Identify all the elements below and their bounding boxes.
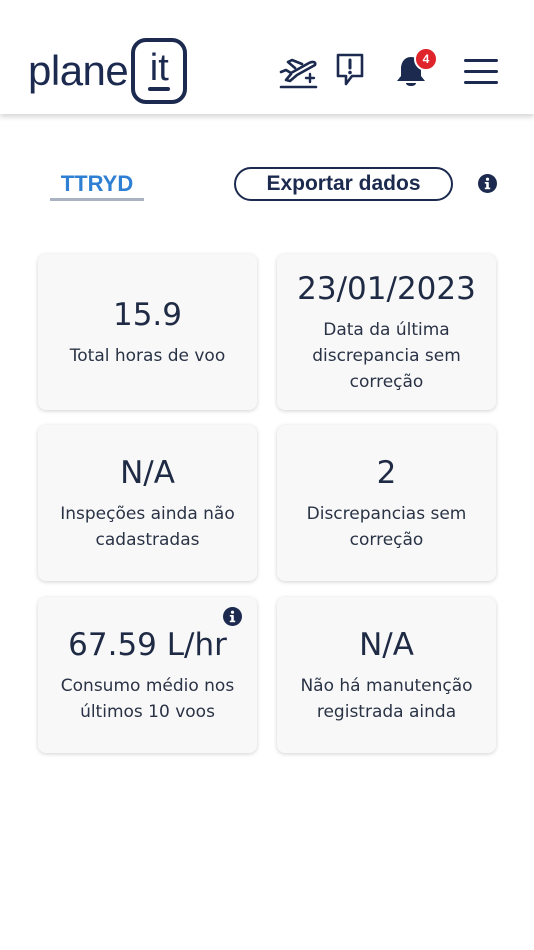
card-label: Inspeções ainda não cadastradas [60, 504, 235, 550]
plane-add-icon[interactable] [276, 50, 322, 92]
card-total-flight-hours[interactable]: 15.9 Total horas de voo [38, 254, 257, 410]
card-value: 23/01/2023 [297, 271, 476, 307]
tab-aircraft-ttryd[interactable]: TTRYD [50, 170, 144, 201]
card-label: Discrepancias sem correção [306, 504, 467, 550]
card-value: N/A [359, 627, 414, 663]
card-label: Consumo médio nos últimos 10 voos [60, 676, 235, 722]
card-label: Não há manutenção registrada ainda [300, 676, 473, 722]
card-last-discrepancy-date[interactable]: 23/01/2023 Data da última discrepancia s… [277, 254, 496, 410]
logo-text: plane [28, 47, 129, 94]
logo-underline [148, 87, 171, 91]
logo-box-text: it [149, 47, 169, 89]
info-icon[interactable] [478, 174, 497, 193]
planeit-logo[interactable]: plane it [28, 38, 188, 106]
notification-badge: 4 [414, 47, 438, 71]
card-value: N/A [120, 455, 175, 491]
card-inspections[interactable]: N/A Inspeções ainda não cadastradas [38, 425, 257, 581]
card-label: Total horas de voo [69, 346, 226, 366]
card-value: 2 [376, 455, 397, 491]
card-fuel-consumption[interactable]: 67.59 L/hr Consumo médio nos últimos 10 … [38, 597, 257, 753]
logo-box: it [131, 38, 188, 104]
card-maintenance[interactable]: N/A Não há manutenção registrada ainda [277, 597, 496, 753]
app-header: plane it 4 [0, 0, 534, 114]
hamburger-menu-icon[interactable] [462, 56, 500, 88]
card-value: 67.59 L/hr [68, 627, 227, 663]
info-icon[interactable] [223, 607, 242, 626]
card-label: Data da última discrepancia sem correção [312, 320, 461, 392]
card-open-discrepancies[interactable]: 2 Discrepancias sem correção [277, 425, 496, 581]
card-value: 15.9 [112, 297, 183, 333]
report-issue-icon[interactable] [334, 52, 366, 90]
export-data-button[interactable]: Exportar dados [234, 167, 453, 201]
